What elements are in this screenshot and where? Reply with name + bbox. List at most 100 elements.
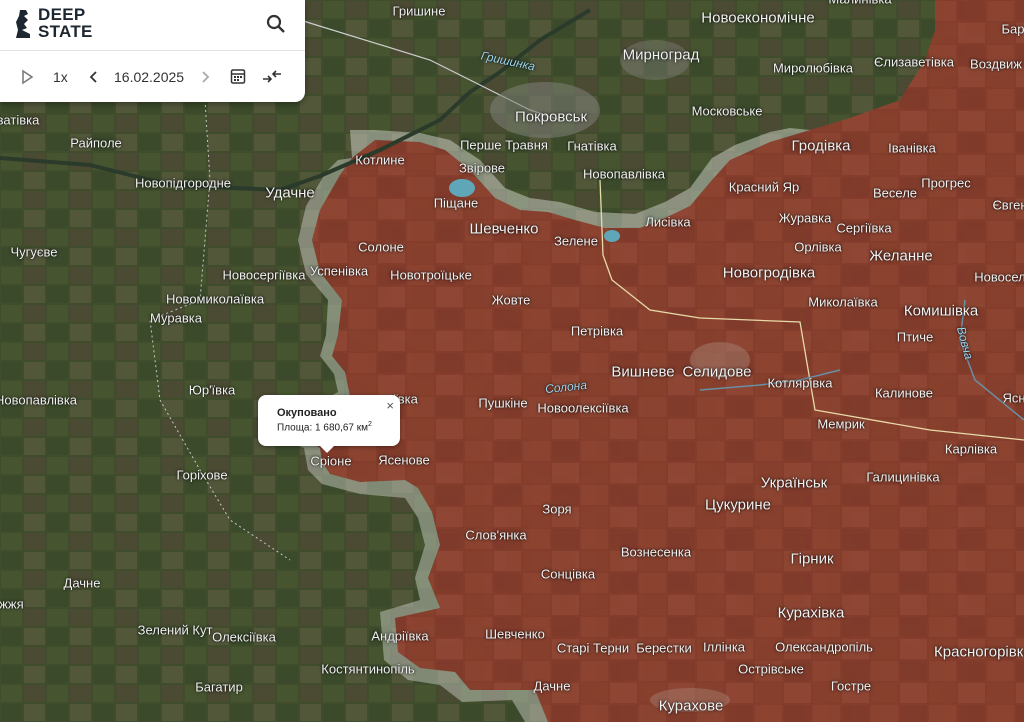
place-label: Орлівка <box>794 239 842 255</box>
place-label: Сріоне <box>310 453 352 469</box>
place-label: Малинівка <box>828 0 891 7</box>
popup-area-value: Площа: 1 680,67 км <box>277 422 368 434</box>
place-label: Українськ <box>760 474 828 492</box>
reservoir-pishchane <box>449 179 475 197</box>
place-label: Красногорівка <box>934 643 1024 661</box>
place-label: Перше Травня <box>460 137 548 153</box>
place-label: Шевченко <box>469 220 539 238</box>
place-label: Єлизаветівка <box>874 54 954 70</box>
deepstate-logo-icon <box>16 10 30 38</box>
place-label: Муравка <box>150 310 202 326</box>
place-label: Берестки <box>636 640 692 656</box>
place-label: Андріївка <box>371 628 429 644</box>
current-date[interactable]: 16.02.2025 <box>114 64 184 90</box>
logo-line2: STATE <box>38 22 93 41</box>
place-label: Птиче <box>896 329 934 345</box>
place-label: Галицинівка <box>866 469 940 485</box>
place-label: Гірник <box>790 550 834 568</box>
place-label: Ясенове <box>378 452 430 468</box>
place-label: Миролюбівка <box>772 60 854 76</box>
calendar-button[interactable] <box>230 64 246 90</box>
place-label: Чугуєве <box>10 244 58 260</box>
place-label: Костянтинопіль <box>321 661 415 677</box>
place-label: Звірове <box>458 160 506 176</box>
search-icon <box>266 14 285 33</box>
place-label: Новотроїцьке <box>390 267 472 283</box>
place-label: Олексіївка <box>212 629 276 645</box>
place-label: Гродівка <box>791 137 851 155</box>
place-label: Курахівка <box>777 604 845 622</box>
place-label: Цукурине <box>704 496 772 514</box>
prev-date-button[interactable] <box>88 64 100 90</box>
place-label: Зелений Кут <box>137 622 213 638</box>
chevron-right-icon <box>202 71 210 83</box>
place-label: Гостре <box>830 678 872 694</box>
place-label: Сергіївка <box>836 220 892 236</box>
place-label: Новосел <box>974 269 1024 285</box>
place-label: ватівка <box>0 112 40 128</box>
play-button[interactable] <box>20 64 34 90</box>
place-label: Прогрес <box>921 175 971 191</box>
popup-title: Окуповано <box>277 407 337 419</box>
place-label: Старі Терни <box>556 640 630 656</box>
place-label: Покровськ <box>514 108 588 126</box>
place-label: Курахове <box>658 697 724 715</box>
place-label: Жовте <box>491 292 531 308</box>
place-label: іжжя <box>0 596 24 612</box>
place-label: Желанне <box>869 247 933 265</box>
area-popup: Окуповано Площа: 1 680,67 км2 × <box>258 395 400 453</box>
place-label: Красний Яр <box>728 179 800 195</box>
place-label: Комишівка <box>903 302 979 320</box>
place-label: Дачне <box>533 678 571 694</box>
compare-arrows-icon <box>263 70 281 83</box>
chevron-left-icon <box>89 71 97 83</box>
place-label: Мемрик <box>817 416 865 432</box>
place-label: Котлине <box>355 152 405 168</box>
logo-line1: DEEP <box>38 5 86 24</box>
place-label: Слов'янка <box>465 527 527 543</box>
search-button[interactable] <box>264 12 288 36</box>
place-label: Гришине <box>392 3 446 19</box>
place-label: Острівське <box>738 661 804 677</box>
place-label: Іллінка <box>702 639 746 655</box>
popup-area: Площа: 1 680,67 км2 <box>277 421 372 433</box>
calendar-icon <box>230 69 246 84</box>
popup-area-sup: 2 <box>368 421 372 428</box>
place-label: Зелене <box>554 233 598 249</box>
place-label: Вишневе <box>611 363 675 381</box>
map-canvas[interactable] <box>0 0 1024 722</box>
place-label: Сонцівка <box>540 566 596 582</box>
compare-button[interactable] <box>261 64 283 90</box>
place-label: Калинове <box>874 385 934 401</box>
place-label: Олександропіль <box>775 639 873 655</box>
place-label: Московське <box>691 103 763 119</box>
place-label: Веселе <box>872 185 918 201</box>
play-icon <box>22 69 34 85</box>
reservoir-lysivka <box>604 230 620 242</box>
place-label: Новопавлівка <box>0 392 78 408</box>
logo-wordmark: DEEP STATE <box>38 6 93 40</box>
place-label: Котлярівка <box>767 375 833 391</box>
popup-close-button[interactable]: × <box>386 398 394 413</box>
place-label: Євген <box>992 197 1024 213</box>
next-date-button[interactable] <box>199 64 211 90</box>
place-label: Успенівка <box>309 263 369 279</box>
place-label: Лисівка <box>645 214 691 230</box>
place-label: Новоекономічне <box>701 9 815 27</box>
place-label: Піщане <box>433 195 479 211</box>
speed-button[interactable]: 1x <box>53 64 68 90</box>
place-label: Юр'ївка <box>188 382 236 398</box>
place-label: Бар <box>1001 21 1024 37</box>
panel-divider <box>0 50 305 51</box>
place-label: Новоолексіївка <box>537 400 629 416</box>
place-label: Миколаївка <box>808 294 878 310</box>
place-label: Удачне <box>265 184 315 202</box>
place-label: Воздвиж <box>970 56 1022 72</box>
place-label: Пушкіне <box>478 395 528 411</box>
place-label: Карлівка <box>944 441 998 457</box>
place-label: Шевченко <box>485 626 545 642</box>
place-label: Райполе <box>70 135 122 151</box>
place-label: Новопідгородне <box>135 175 231 191</box>
place-label: Журавка <box>778 210 832 226</box>
place-label: Новогродівка <box>722 264 816 282</box>
